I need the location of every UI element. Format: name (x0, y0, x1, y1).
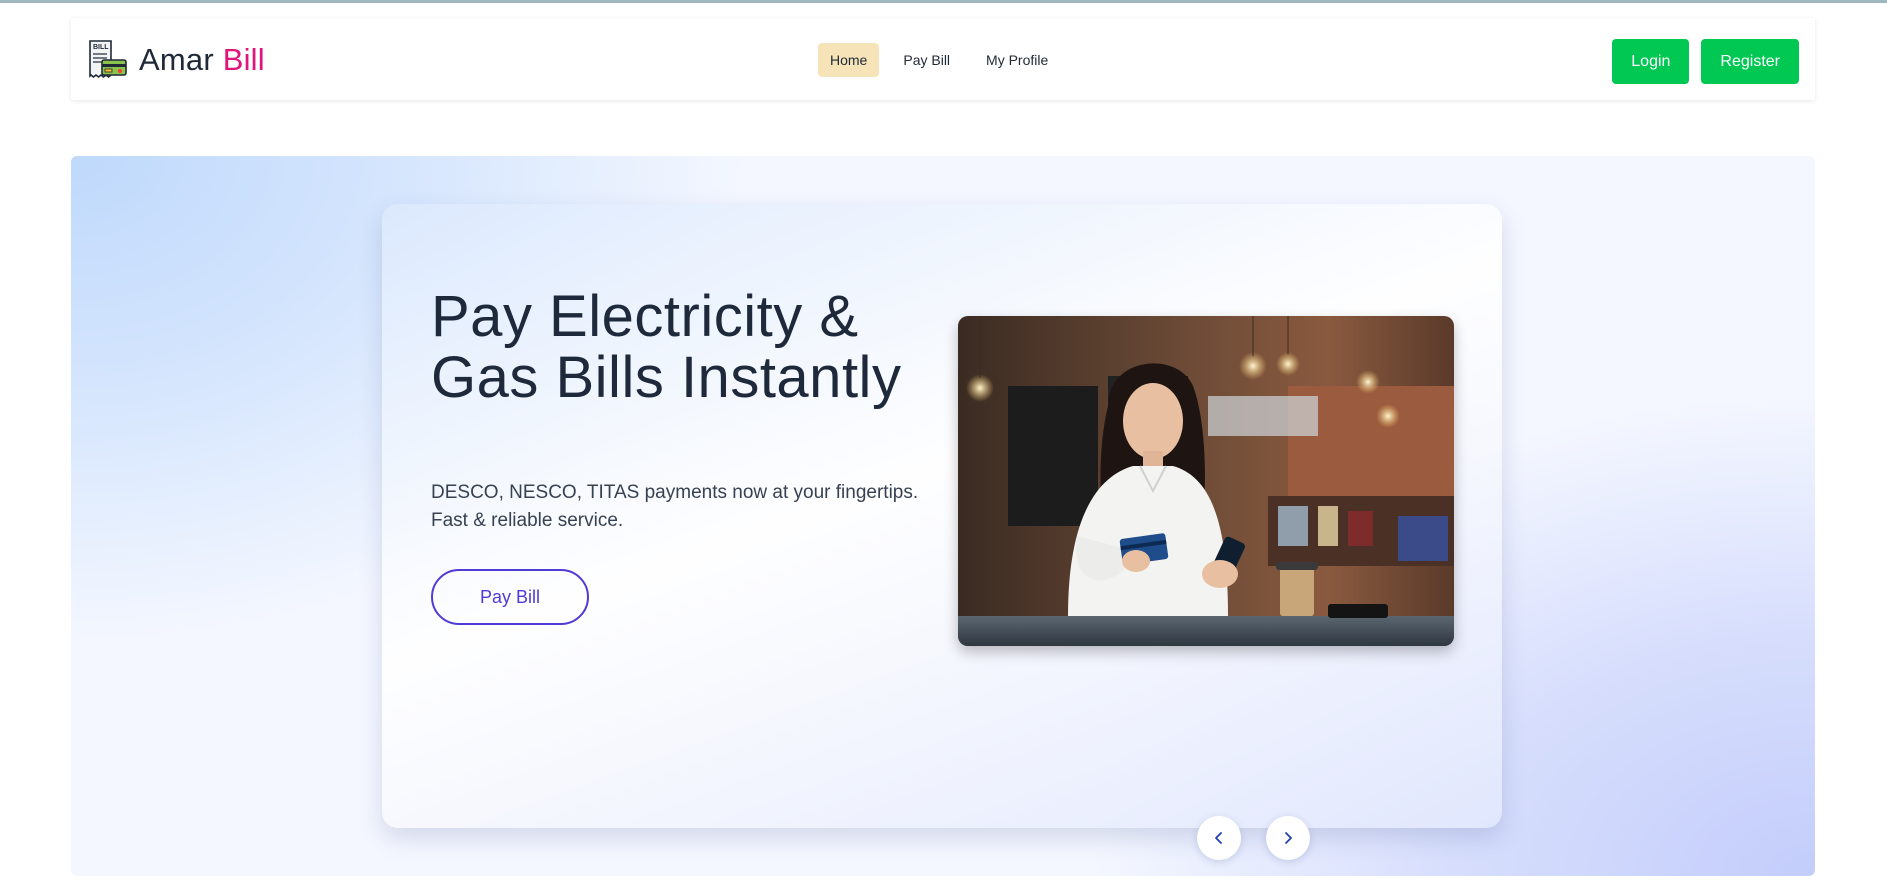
brand-name-first: Amar (139, 42, 223, 77)
nav-item-pay-bill[interactable]: Pay Bill (891, 43, 962, 77)
carousel-next-button[interactable] (1266, 816, 1310, 860)
carousel-slide: Pay Electricity & Gas Bills Instantly DE… (382, 204, 1502, 860)
brand-name: Amar Bill (139, 42, 265, 78)
register-button[interactable]: Register (1701, 39, 1799, 84)
bill-receipt-icon: BILL (89, 40, 127, 79)
main-nav: Home Pay Bill My Profile (818, 43, 1060, 77)
woman-paying-with-card-photo (958, 316, 1454, 646)
hero-photo-illustration (958, 316, 1454, 646)
brand-name-accent: Bill (222, 42, 265, 77)
chevron-left-icon (1215, 832, 1222, 844)
top-accent-line (0, 0, 1887, 3)
nav-item-home[interactable]: Home (818, 43, 880, 77)
brand[interactable]: BILL Amar Bill (85, 38, 265, 82)
hero-carousel: Pay Electricity & Gas Bills Instantly DE… (71, 156, 1815, 876)
logo-text: BILL (93, 44, 109, 51)
hero-subtitle: DESCO, NESCO, TITAS payments now at your… (431, 482, 919, 531)
auth-buttons: Login Register (1612, 39, 1799, 84)
hero-pay-bill-button[interactable]: Pay Bill (431, 569, 589, 625)
nav-item-my-profile[interactable]: My Profile (974, 43, 1060, 77)
login-button[interactable]: Login (1612, 39, 1690, 84)
navbar: BILL Amar Bill Home Pay Bill My Profile … (71, 18, 1815, 100)
carousel-prev-button[interactable] (1197, 816, 1241, 860)
hero-title: Pay Electricity & Gas Bills Instantly (431, 284, 902, 410)
chevron-right-icon (1285, 832, 1292, 844)
